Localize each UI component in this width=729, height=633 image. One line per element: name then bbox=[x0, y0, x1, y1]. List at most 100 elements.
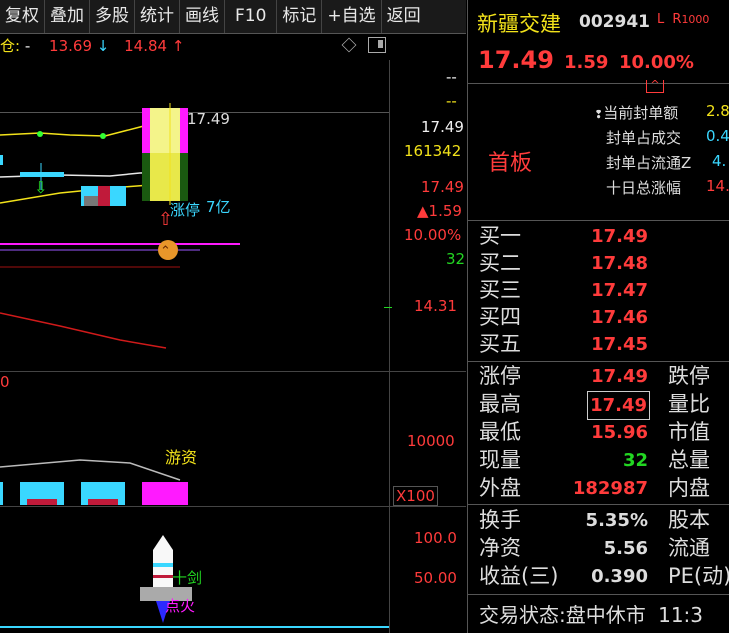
candle bbox=[20, 172, 64, 177]
stat-row: 最高 17.49 量比 bbox=[468, 391, 729, 420]
amount-annotation: 7亿 bbox=[206, 198, 231, 216]
stat-row: 净资 5.56 流通 bbox=[479, 536, 710, 560]
rocket-band bbox=[153, 575, 173, 578]
axis-ma-tick bbox=[384, 307, 392, 308]
axis-ind-100: 100.0 bbox=[414, 529, 457, 547]
axis-ma-label: 14.31 bbox=[414, 297, 457, 315]
toolbar: 复权 叠加 多股 统计 画线 F10 标记 +自选 返回 bbox=[0, 0, 466, 34]
stat-row: 外盘 182987 内盘 bbox=[479, 476, 710, 500]
divider bbox=[468, 220, 729, 221]
ignite-annotation: 点火 bbox=[165, 597, 195, 615]
toolbar-restore-rights-button[interactable]: 复权 bbox=[0, 0, 45, 33]
up-arrow-icon: ↑ bbox=[171, 37, 185, 55]
divider bbox=[468, 504, 729, 505]
tag-l: L bbox=[657, 12, 665, 27]
quote-pct: 10.00% bbox=[619, 52, 694, 73]
limit-up-candle-core bbox=[150, 108, 180, 153]
board-label: 首板 bbox=[488, 151, 533, 176]
chart-header-v1: 13.69 bbox=[49, 37, 92, 55]
ma-dot bbox=[100, 133, 106, 139]
smile-face-glyph: ⌃ bbox=[160, 244, 171, 259]
axis-ind-50: 50.00 bbox=[414, 569, 457, 587]
quote-panel: 新疆交建 002941 L R1000 17.49 1.59 10.00% ^ … bbox=[467, 0, 729, 633]
seal-label-1: ❢当前封单额 bbox=[594, 104, 679, 122]
trade-time: 11:3 bbox=[658, 603, 704, 627]
rocket-band bbox=[153, 563, 173, 567]
ma-dot bbox=[37, 131, 43, 137]
bid-row[interactable]: 买三 17.47 bbox=[468, 277, 729, 304]
diamond-icon[interactable] bbox=[341, 37, 357, 53]
divider bbox=[468, 594, 729, 595]
seal-value-4: 14. bbox=[706, 177, 729, 195]
bid-row[interactable]: 买二 17.48 bbox=[468, 250, 729, 277]
seal-value-1: 2.8 bbox=[706, 102, 729, 120]
stat-row: 换手 5.35% 股本 bbox=[479, 508, 710, 532]
stat-row: 涨停 17.49 跌停 bbox=[479, 364, 710, 388]
volume-bar-limit bbox=[142, 482, 188, 505]
quote-price: 17.49 bbox=[478, 46, 554, 74]
sword-annotation: 十剑 bbox=[172, 569, 202, 587]
chart-header: 仓: - 13.69 ↓ 14.84 ↑ bbox=[0, 35, 184, 56]
toolbar-multi-stock-button[interactable]: 多股 bbox=[90, 0, 135, 33]
toolbar-back-button[interactable]: 返回 bbox=[382, 0, 426, 33]
stock-tags: L R1000 bbox=[657, 12, 709, 27]
chart-header-dash: - bbox=[24, 37, 31, 55]
stat-row: 收益(三) 0.390 PE(动) bbox=[479, 564, 729, 588]
bid-row[interactable]: 买五 17.45 bbox=[468, 331, 729, 358]
axis-price-red: 17.49 bbox=[421, 178, 464, 196]
bid-row[interactable]: 买四 17.46 bbox=[468, 304, 729, 331]
quote-change: 1.59 bbox=[564, 52, 609, 73]
tag-num: 1000 bbox=[681, 13, 710, 26]
ma-line-red bbox=[0, 312, 167, 349]
down-marker-icon: ⇩ bbox=[34, 178, 47, 197]
toolbar-overlay-button[interactable]: 叠加 bbox=[45, 0, 90, 33]
stat-row: 现量 32 总量 bbox=[479, 448, 710, 472]
toolbar-statistics-button[interactable]: 统计 bbox=[135, 0, 180, 33]
left-zero-label: 0 bbox=[0, 373, 10, 391]
seal-value-3: 4. bbox=[712, 152, 727, 170]
trade-status: 交易状态:盘中休市 11:3 bbox=[479, 599, 703, 628]
axis-pct: 10.00% bbox=[404, 226, 462, 244]
candle bbox=[98, 186, 110, 206]
limit-up-annotation: 涨停 bbox=[170, 201, 200, 219]
high-price-label: 17.49 bbox=[187, 110, 230, 128]
stock-name: 新疆交建 bbox=[477, 12, 561, 36]
rocket-icon bbox=[153, 535, 173, 590]
axis-change: ▲1.59 bbox=[417, 202, 462, 220]
divider bbox=[468, 83, 729, 84]
axis-volume-tick: 10000 bbox=[407, 432, 455, 450]
up-marker-icon: ⇧ bbox=[158, 209, 173, 230]
axis-dash-2: -- bbox=[446, 92, 457, 110]
kline-chart[interactable]: ⇩ 17.49 涨停 7亿 ⇧ ⌃ 游资 十剑 点火 0 bbox=[0, 55, 389, 633]
toolbar-f10-button[interactable]: F10 bbox=[225, 0, 278, 33]
trade-status-label: 交易状态: bbox=[479, 603, 566, 627]
stock-code: 002941 bbox=[579, 12, 650, 32]
axis-separator bbox=[389, 60, 390, 633]
divider bbox=[468, 361, 729, 362]
axis-dash-1: -- bbox=[446, 68, 457, 86]
volume-bar bbox=[0, 482, 3, 505]
seal-value-2: 0.4 bbox=[706, 127, 729, 145]
toolbar-draw-line-button[interactable]: 画线 bbox=[180, 0, 225, 33]
volume-bar-inner bbox=[88, 499, 118, 505]
axis-x100-label: X100 bbox=[393, 486, 438, 506]
axis-last-price: 17.49 bbox=[421, 118, 464, 136]
limit-up-candle-lower-core bbox=[150, 153, 180, 201]
bid-row[interactable]: 买一 17.49 bbox=[468, 223, 729, 250]
layout-toggle-icon[interactable] bbox=[368, 37, 386, 53]
seal-label-4: 十日总涨幅 bbox=[606, 179, 682, 197]
stat-row: 最低 15.96 市值 bbox=[479, 420, 710, 444]
toolbar-add-watchlist-button[interactable]: +自选 bbox=[322, 0, 382, 33]
down-arrow-icon: ↓ bbox=[96, 37, 110, 55]
volume-ma-line bbox=[0, 459, 181, 481]
toolbar-mark-button[interactable]: 标记 bbox=[277, 0, 323, 33]
axis-volume: 161342 bbox=[404, 142, 462, 160]
bulb-icon: ❢ bbox=[594, 108, 604, 121]
collapse-chevron-icon[interactable]: ^ bbox=[646, 79, 664, 93]
candle bbox=[84, 196, 98, 206]
seal-label-2: 封单占成交 bbox=[606, 129, 682, 147]
chart-header-v2: 14.84 bbox=[124, 37, 168, 55]
axis-small-volume: 32 bbox=[446, 250, 466, 268]
seal-label-3: 封单占流通Z bbox=[606, 154, 692, 172]
volume-bar-inner bbox=[27, 499, 57, 505]
